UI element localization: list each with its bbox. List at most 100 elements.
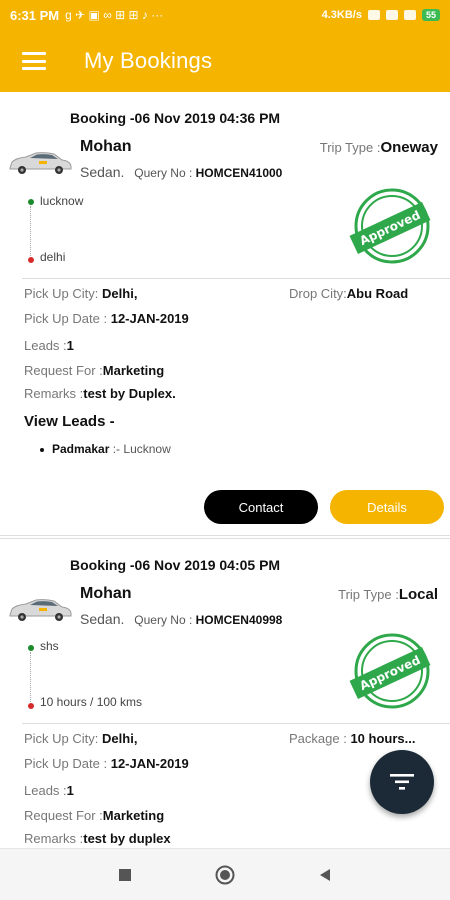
leads-value: 1 (66, 338, 74, 353)
remarks: Remarks :test by duplex (24, 831, 171, 846)
circle-home-icon (215, 865, 235, 884)
request-for: Request For :Marketing (24, 363, 164, 378)
lead-sep: :- (112, 442, 121, 456)
route-to: delhi (40, 250, 66, 264)
query-label: Query No : (134, 613, 193, 627)
request-for: Request For :Marketing (24, 808, 164, 823)
drop-dot-icon (28, 703, 34, 709)
lead-name: Padmakar (52, 442, 110, 456)
pickup-city: Pick Up City: Delhi, (24, 286, 137, 301)
request-value: Marketing (102, 363, 165, 378)
request-label: Request For : (24, 808, 103, 823)
trip-type: Trip Type :Oneway (320, 139, 438, 156)
booking-header: Booking -06 Nov 2019 04:36 PM (70, 110, 281, 126)
leads-value: 1 (66, 783, 74, 798)
triangle-back-icon (320, 868, 330, 881)
booking-card[interactable]: Booking -06 Nov 2019 04:36 PM Mohan Trip… (0, 92, 450, 536)
page-title: My Bookings (84, 48, 213, 73)
system-nav-bar (0, 848, 450, 900)
pickup-date-value: 12-JAN-2019 (110, 311, 189, 326)
package: Package : 10 hours... (289, 731, 415, 746)
trip-type: Trip Type :Local (338, 586, 438, 603)
lead-city: Lucknow (123, 442, 171, 456)
recents-button[interactable] (115, 865, 135, 885)
drop-city-value: Abu Road (346, 286, 409, 301)
approved-stamp-icon: Approved (349, 633, 431, 709)
network-speed: 4.3KB/s (321, 9, 362, 21)
car-icon (9, 152, 72, 174)
divider (22, 723, 450, 724)
route-from: shs (40, 639, 59, 653)
trip-type-value: Local (398, 586, 438, 603)
pickup-city-label: Pick Up City: (24, 731, 99, 746)
vpn-icon (367, 10, 380, 20)
pickup-dot-icon (28, 199, 34, 205)
signal-icon (385, 10, 398, 20)
query-label: Query No : (134, 166, 193, 180)
car-icon (9, 599, 72, 621)
trip-type-value: Oneway (380, 139, 438, 156)
status-bar: 6:31 PM g ✈ ▣ ∞ ⊞ ⊞ ♪ ··· 4.3KB/s 55 (0, 0, 450, 30)
pickup-date: Pick Up Date : 12-JAN-2019 (24, 756, 189, 771)
remarks: Remarks :test by Duplex. (24, 386, 176, 401)
remarks-value: test by Duplex. (83, 386, 176, 401)
view-leads-heading: View Leads - (24, 413, 115, 430)
query-number: HOMCEN40998 (195, 613, 283, 627)
package-value: 10 hours... (350, 731, 416, 746)
leads-label: Leads : (24, 338, 67, 353)
route-from: lucknow (40, 194, 84, 208)
leads: Leads :1 (24, 783, 74, 798)
notification-icons: g ✈ ▣ ∞ ⊞ ⊞ ♪ ··· (65, 8, 164, 22)
square-recents-icon (119, 868, 131, 881)
filter-icon (390, 774, 414, 790)
request-label: Request For : (24, 363, 103, 378)
pickup-city-value: Delhi, (102, 286, 138, 301)
pickup-date: Pick Up Date : 12-JAN-2019 (24, 311, 189, 326)
bookings-list[interactable]: Booking -06 Nov 2019 04:36 PM Mohan Trip… (0, 92, 450, 848)
pickup-city-value: Delhi, (102, 731, 138, 746)
route-to: 10 hours / 100 kms (40, 695, 143, 709)
pickup-date-value: 12-JAN-2019 (110, 756, 189, 771)
hamburger-menu-icon[interactable] (22, 52, 46, 70)
details-button[interactable]: Details (330, 490, 444, 524)
car-type: Sedan. Query No : HOMCEN40998 (80, 611, 282, 627)
booking-header: Booking -06 Nov 2019 04:05 PM (70, 557, 281, 573)
route-line (30, 206, 31, 256)
drop-dot-icon (28, 257, 34, 263)
status-time: 6:31 PM (10, 7, 60, 23)
filter-button[interactable] (370, 750, 434, 814)
app-bar: My Bookings (0, 30, 450, 92)
remarks-value: test by duplex (83, 831, 171, 846)
contact-button[interactable]: Contact (204, 490, 318, 524)
back-button[interactable] (315, 865, 335, 885)
lead-item: Padmakar :- Lucknow (40, 442, 171, 456)
pickup-date-label: Pick Up Date : (24, 756, 108, 771)
package-label: Package : (289, 731, 347, 746)
request-value: Marketing (102, 808, 165, 823)
car-type: Sedan. Query No : HOMCEN41000 (80, 164, 282, 180)
bullet-icon (40, 447, 44, 452)
home-button[interactable] (215, 865, 235, 885)
trip-type-label: Trip Type : (319, 140, 381, 155)
remarks-label: Remarks : (24, 831, 84, 846)
wifi-icon (403, 10, 416, 20)
remarks-label: Remarks : (24, 386, 84, 401)
drop-city: Drop City:Abu Road (289, 286, 408, 301)
car-type-value: Sedan. (80, 611, 125, 627)
route-line (30, 652, 31, 702)
divider (22, 278, 450, 279)
battery-icon: 55 (421, 9, 440, 21)
query-number: HOMCEN41000 (195, 166, 283, 180)
customer-name: Mohan (80, 585, 132, 602)
leads-label: Leads : (24, 783, 67, 798)
leads: Leads :1 (24, 338, 74, 353)
pickup-city: Pick Up City: Delhi, (24, 731, 137, 746)
pickup-dot-icon (28, 645, 34, 651)
drop-city-label: Drop City: (289, 286, 347, 301)
approved-stamp-icon: Approved (349, 188, 431, 264)
car-type-value: Sedan. (80, 164, 125, 180)
trip-type-label: Trip Type : (338, 587, 399, 602)
pickup-date-label: Pick Up Date : (24, 311, 108, 326)
customer-name: Mohan (80, 138, 132, 155)
pickup-city-label: Pick Up City: (24, 286, 99, 301)
